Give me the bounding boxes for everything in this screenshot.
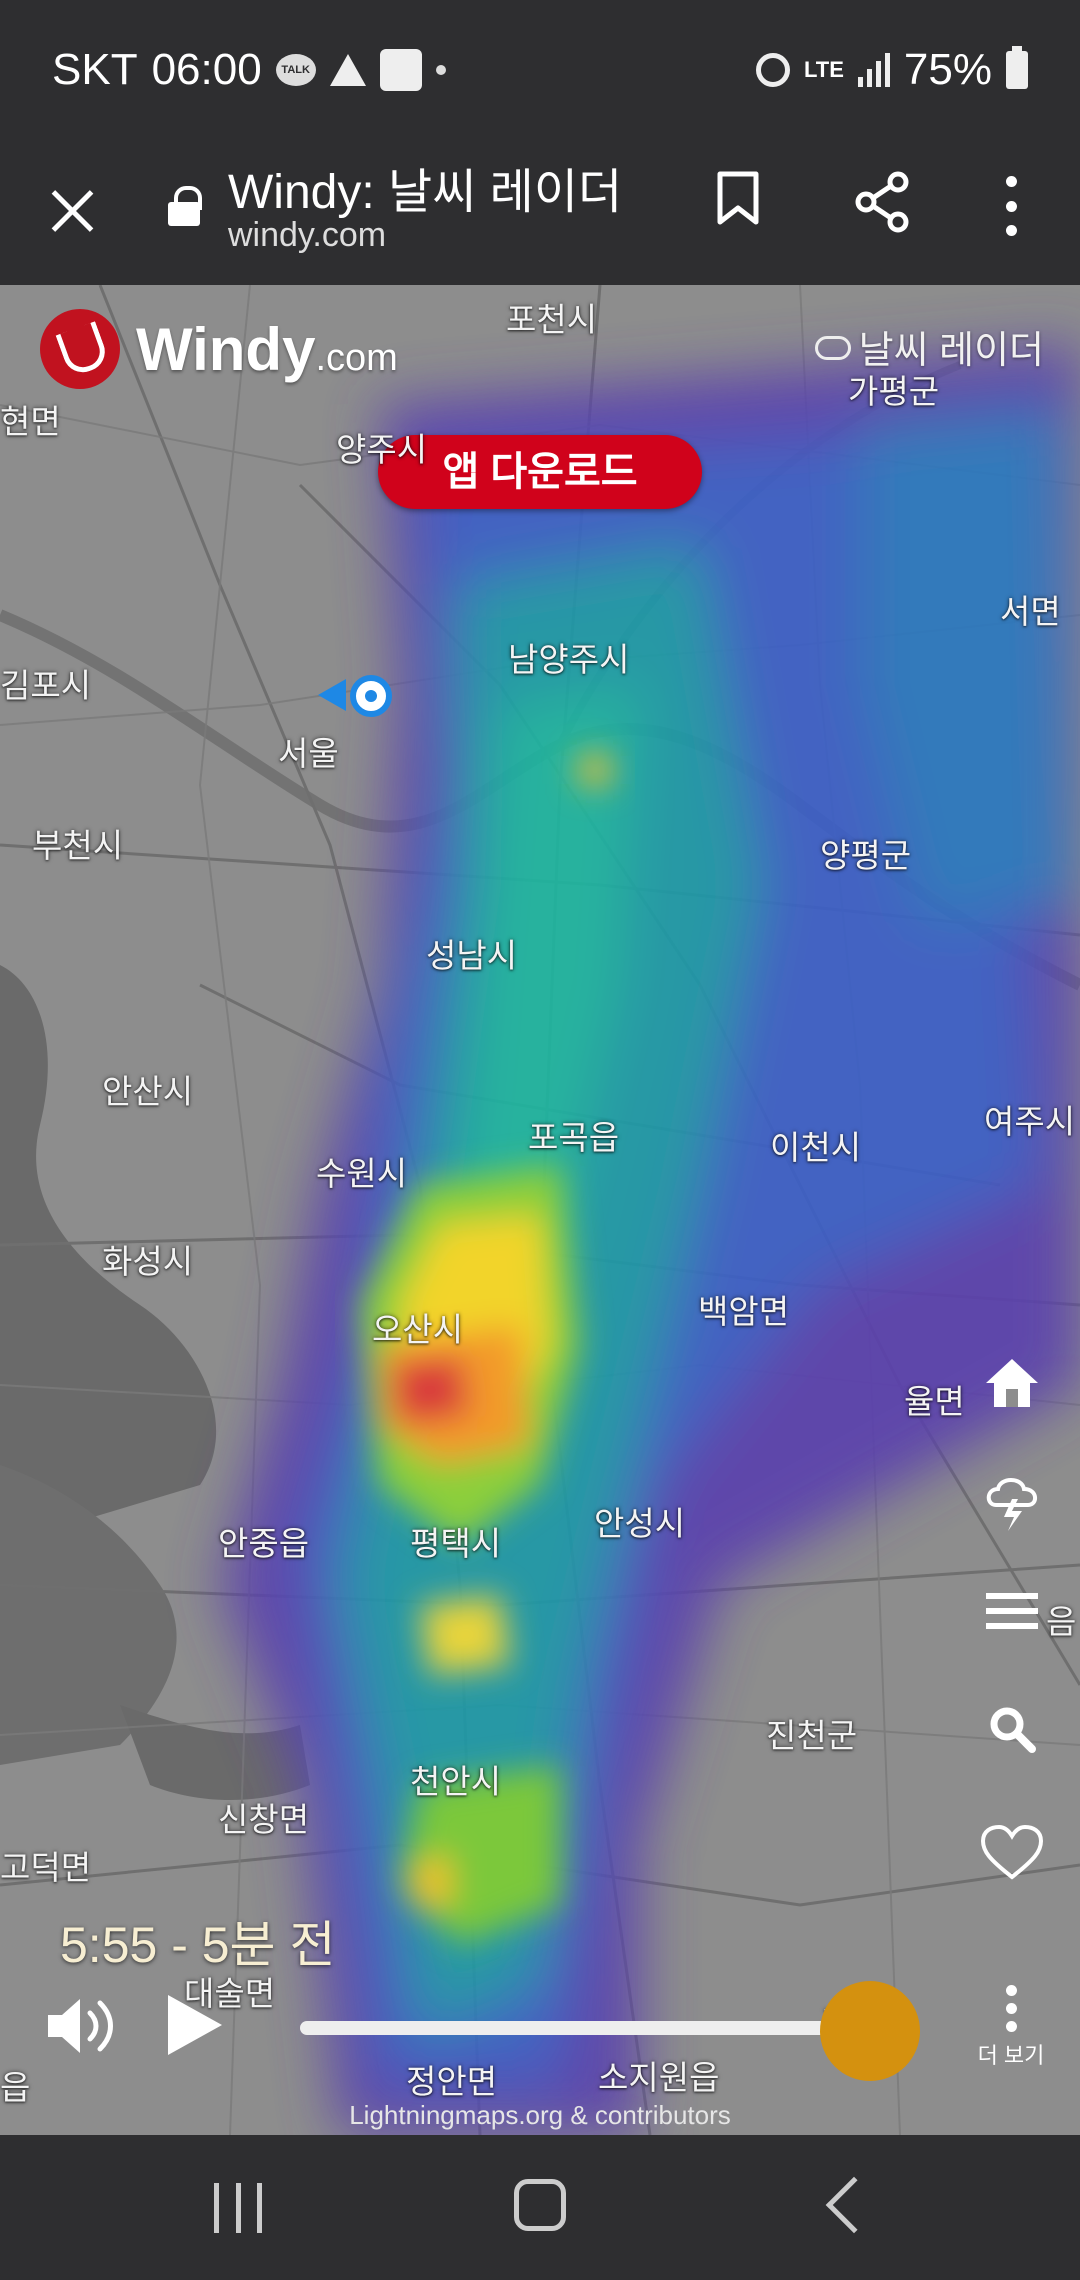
place-label: 부천시 bbox=[32, 827, 124, 864]
place-label: 서면 bbox=[1000, 593, 1061, 630]
signal-icon bbox=[857, 53, 890, 87]
recent-apps-icon[interactable] bbox=[214, 2183, 262, 2233]
place-label: 안성시 bbox=[594, 1505, 686, 1542]
more-notifications-icon bbox=[435, 65, 446, 75]
place-label: 평택시 bbox=[410, 1525, 502, 1562]
place-label: 신창면 bbox=[218, 1801, 310, 1838]
clock: 06:00 bbox=[151, 45, 262, 94]
place-label: 음 bbox=[1046, 1603, 1077, 1640]
alarm-icon bbox=[756, 53, 790, 87]
page-title: Windy: 날씨 레이더 bbox=[228, 166, 623, 219]
back-icon[interactable] bbox=[825, 2176, 883, 2234]
logo-text: Windy.com bbox=[136, 315, 398, 383]
more-views-label: 더 보기 bbox=[977, 2043, 1045, 2068]
place-label: 현면 bbox=[0, 403, 61, 440]
home-nav-icon[interactable] bbox=[514, 2179, 566, 2231]
current-location-marker[interactable] bbox=[350, 675, 392, 717]
home-icon[interactable] bbox=[976, 1347, 1048, 1419]
battery-icon bbox=[1006, 46, 1028, 89]
menu-icon[interactable] bbox=[976, 1575, 1048, 1647]
place-label: 수원시 bbox=[316, 1155, 408, 1192]
status-bar: SKT 06:00 TALK LTE 75% bbox=[0, 0, 1080, 140]
radar-map[interactable]: Windy.com 날씨 레이더 앱 다운로드 포천시 가평군 양주시 서면 남… bbox=[0, 285, 1080, 2135]
map-attribution[interactable]: Lightningmaps.org & contributors bbox=[0, 2100, 1080, 2131]
system-navigation-bar bbox=[0, 2135, 1080, 2280]
heart-icon[interactable] bbox=[976, 1817, 1048, 1889]
lock-icon bbox=[168, 186, 202, 226]
volume-icon[interactable] bbox=[44, 1991, 124, 2061]
kakaotalk-icon: TALK bbox=[275, 54, 316, 86]
place-label: 고덕면 bbox=[0, 1849, 92, 1886]
more-views-button[interactable]: 더 보기 bbox=[966, 1985, 1056, 2085]
place-label: 김포시 bbox=[0, 667, 92, 704]
bookmark-icon[interactable] bbox=[716, 170, 760, 226]
map-canvas bbox=[0, 285, 1080, 2135]
place-label: 진천군 bbox=[766, 1717, 858, 1754]
place-label: 백암면 bbox=[698, 1293, 790, 1330]
place-label: 포곡읍 bbox=[528, 1119, 620, 1156]
place-label: 안중읍 bbox=[218, 1525, 310, 1562]
place-label: 남양주시 bbox=[508, 641, 630, 678]
cloud-icon bbox=[813, 330, 851, 364]
shopping-bag-icon bbox=[379, 49, 422, 91]
place-label: 율면 bbox=[904, 1383, 965, 1420]
warning-icon bbox=[329, 54, 366, 86]
browser-toolbar: Windy: 날씨 레이더 windy.com bbox=[0, 140, 1080, 285]
place-label: 여주시 bbox=[984, 1103, 1076, 1140]
windy-logo-icon bbox=[40, 309, 120, 389]
place-label: 가평군 bbox=[848, 373, 940, 410]
place-label: 서울 bbox=[278, 735, 339, 772]
storm-icon[interactable] bbox=[976, 1465, 1048, 1537]
timeline-handle[interactable] bbox=[820, 1981, 920, 2081]
location-heading-icon bbox=[318, 679, 346, 711]
windy-logo[interactable]: Windy.com bbox=[40, 309, 398, 389]
place-label: 포천시 bbox=[506, 301, 598, 338]
close-icon[interactable] bbox=[42, 180, 102, 240]
more-vert-icon bbox=[1005, 1985, 1017, 2032]
place-label: 양평군 bbox=[820, 837, 912, 874]
place-label: 이천시 bbox=[770, 1129, 862, 1166]
search-icon[interactable] bbox=[976, 1693, 1048, 1765]
lte-icon: LTE bbox=[804, 57, 844, 82]
share-icon[interactable] bbox=[852, 170, 912, 234]
playback-controls: 더 보기 bbox=[0, 1981, 1080, 2095]
place-label: 성남시 bbox=[426, 937, 518, 974]
place-label: 오산시 bbox=[372, 1311, 464, 1348]
page-url[interactable]: windy.com bbox=[228, 216, 386, 255]
place-label: 안산시 bbox=[102, 1073, 194, 1110]
carrier-label: SKT bbox=[52, 45, 138, 94]
timeline-slider[interactable] bbox=[300, 2021, 860, 2035]
play-icon[interactable] bbox=[168, 1995, 222, 2055]
place-label: 양주시 bbox=[336, 431, 428, 468]
place-label: 화성시 bbox=[102, 1243, 194, 1280]
battery-percent: 75% bbox=[903, 45, 992, 94]
place-label: 천안시 bbox=[410, 1763, 502, 1800]
radar-timestamp: 5:55 - 5분 전 bbox=[60, 1917, 336, 1973]
more-vert-icon[interactable] bbox=[996, 176, 1026, 236]
